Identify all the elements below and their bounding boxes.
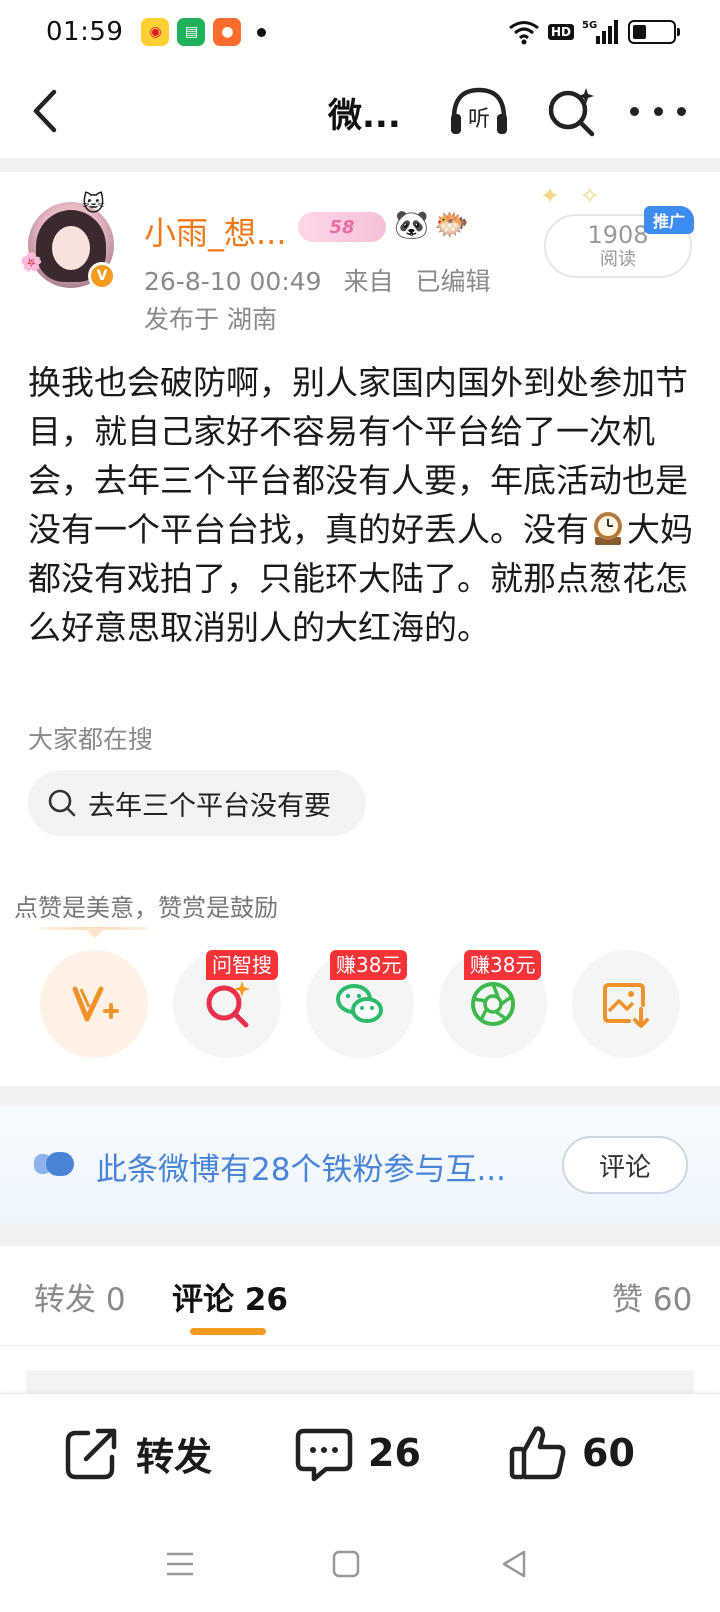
listen-icon[interactable]: 听	[448, 84, 510, 138]
clock-emoji-icon	[594, 512, 622, 545]
promote-tag[interactable]: 推广	[644, 206, 694, 234]
verified-badge: V	[88, 262, 116, 290]
status-app-icons: ◉ ▤ ●	[141, 18, 242, 46]
post-timestamp: 26-8-10 00:49	[144, 267, 322, 296]
search-chip-icon	[48, 789, 76, 817]
repost-label: 转发	[136, 1434, 213, 1479]
fans-icon	[34, 1152, 74, 1176]
repost-button[interactable]: 转发	[62, 1422, 212, 1484]
notification-dot-icon	[257, 27, 267, 37]
ai-search-icon	[206, 981, 250, 1028]
tab-comment[interactable]: 评论 26	[172, 1274, 288, 1319]
section-divider	[0, 1224, 720, 1246]
search-icon[interactable]	[546, 84, 598, 138]
comment-count: 26	[368, 1431, 421, 1475]
page-title: 微...	[328, 96, 401, 136]
like-count: 60	[582, 1431, 635, 1475]
kuaishou-app-icon: ●	[213, 18, 242, 46]
save-image-button[interactable]	[572, 950, 680, 1058]
signal-icon: 5G	[582, 20, 618, 44]
home-icon[interactable]	[330, 1548, 362, 1580]
thumbs-up-icon	[509, 1426, 566, 1480]
fans-banner-text[interactable]: 此条微博有28个铁粉参与互...	[96, 1144, 536, 1189]
battery-level	[633, 25, 647, 39]
back-icon[interactable]	[26, 86, 66, 136]
tab-like[interactable]: 赞 60	[612, 1274, 692, 1319]
ask-search-tag: 问智搜	[206, 950, 278, 980]
trending-search-chip[interactable]: 去年三个平台没有要	[28, 770, 366, 836]
image-download-icon	[603, 983, 649, 1028]
status-indicators: HD 5G	[508, 18, 680, 46]
hd-badge: HD	[547, 24, 574, 40]
wechat-icon	[336, 984, 383, 1023]
like-button[interactable]: 60	[508, 1422, 635, 1484]
user-name[interactable]: 小雨_想...	[144, 208, 287, 254]
fans-comment-button[interactable]: 评论	[562, 1136, 688, 1194]
green-app-icon: ▤	[177, 18, 206, 46]
comment-icon	[295, 1428, 353, 1482]
status-time: 01:59	[46, 17, 124, 47]
post-edited[interactable]: 已编辑	[416, 267, 491, 296]
reward-button[interactable]	[40, 950, 148, 1058]
weibo-app-icon: ◉	[141, 18, 170, 46]
tab-repost[interactable]: 转发 0	[34, 1274, 126, 1319]
wechat-share-tag: 赚38元	[330, 950, 408, 980]
svg-text:5G: 5G	[582, 20, 597, 31]
panda-badge-icon: 🐼	[394, 208, 429, 241]
status-bar: 01:59 ◉ ▤ ● HD 5G	[0, 0, 720, 64]
encourage-pointer	[84, 928, 106, 938]
encourage-text: 点赞是美意，赞赏是鼓励	[14, 894, 278, 922]
post-source: 来自	[343, 267, 394, 296]
fish-badge-icon: 🐡	[434, 208, 469, 241]
read-count-label: 阅读	[600, 249, 636, 270]
nav-bar: 微... 听	[0, 64, 720, 158]
repost-icon	[65, 1428, 117, 1480]
section-divider	[0, 158, 720, 172]
battery-icon	[628, 20, 680, 44]
wifi-icon	[509, 21, 539, 45]
post-meta: 26-8-10 00:49 来自 已编辑	[144, 262, 505, 298]
level-badge: 58	[298, 212, 386, 242]
moments-icon	[471, 982, 515, 1026]
avatar-deco-icon: 🐱	[82, 192, 105, 217]
tab-active-indicator	[190, 1328, 266, 1335]
back-nav-icon[interactable]	[498, 1548, 530, 1580]
post-location: 发布于 湖南	[144, 305, 277, 334]
tab-divider	[0, 1345, 720, 1346]
comment-button[interactable]: 26	[294, 1422, 421, 1484]
more-options-icon[interactable]	[630, 94, 686, 128]
moments-share-tag: 赚38元	[464, 950, 542, 980]
menu-icon[interactable]	[164, 1548, 196, 1580]
avatar-flower-icon: 🌸	[20, 252, 43, 273]
v-plus-icon	[72, 986, 119, 1022]
search-chip-label: 去年三个平台没有要	[88, 790, 331, 822]
trending-search-caption: 大家都在搜	[28, 725, 154, 754]
section-divider	[0, 1086, 720, 1106]
post-text: 换我也会破防啊，别人家国内国外到处参加节目，就自己家好不容易有个平台给了一次机会…	[28, 358, 698, 652]
listen-label: 听	[468, 107, 490, 132]
